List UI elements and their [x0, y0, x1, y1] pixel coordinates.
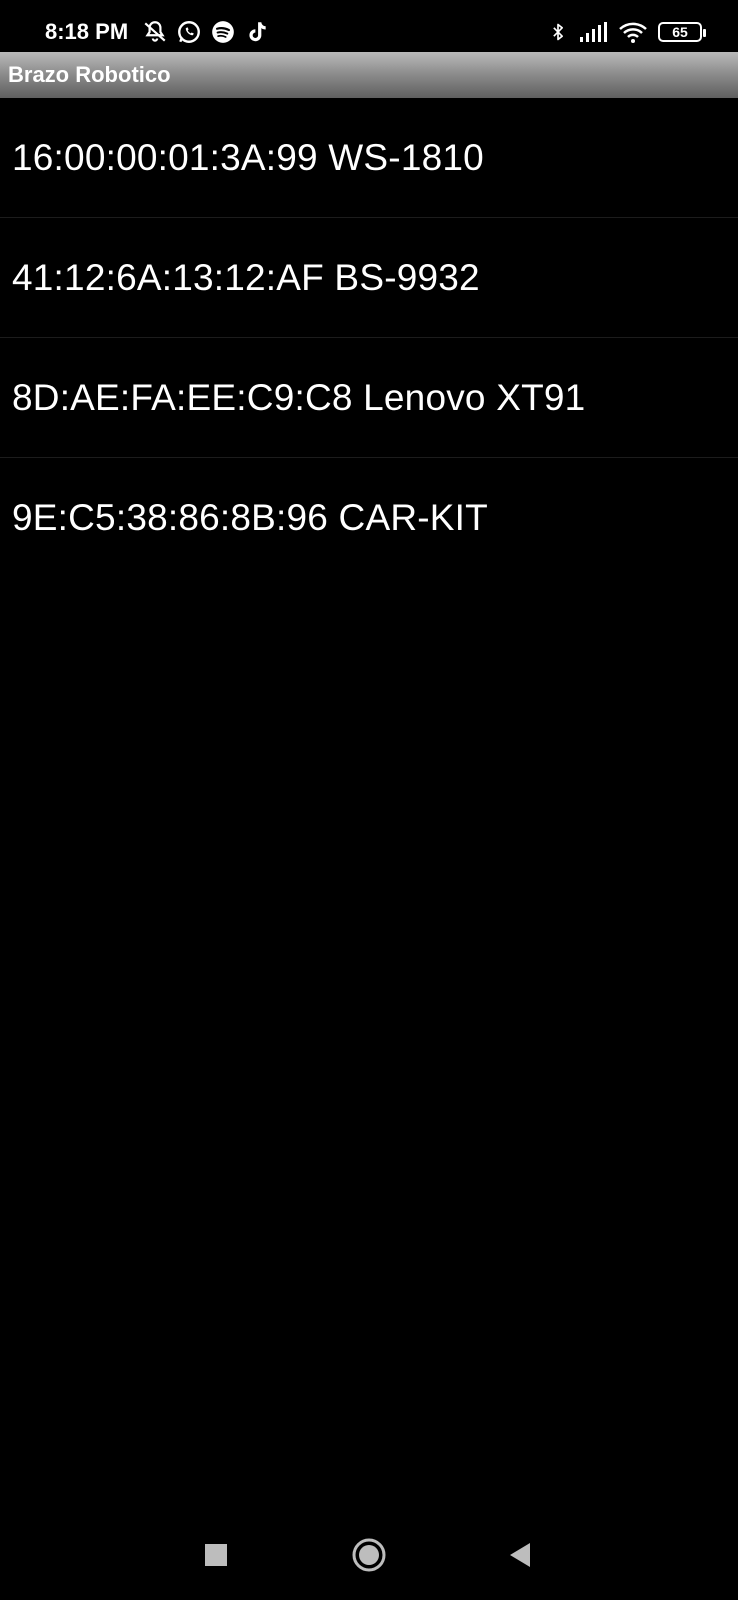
screen: 8:18 PM 65 Brazo Robotico 16:00:00:01:3A… [0, 0, 738, 1600]
notifications-muted-icon [142, 19, 168, 45]
status-time: 8:18 PM [45, 19, 129, 44]
signal-icon [578, 19, 608, 45]
status-notification-icons [142, 18, 270, 46]
spotify-icon [210, 19, 236, 45]
device-list-item[interactable]: 41:12:6A:13:12:AF BS-9932 [0, 218, 738, 338]
device-label: 41:12:6A:13:12:AF BS-9932 [12, 256, 480, 298]
battery-icon: 65 [658, 22, 706, 42]
wifi-icon [618, 19, 648, 45]
device-label: 16:00:00:01:3A:99 WS-1810 [12, 136, 484, 178]
device-list-item[interactable]: 8D:AE:FA:EE:C9:C8 Lenovo XT91 [0, 338, 738, 458]
bluetooth-icon [548, 19, 568, 45]
battery-level: 65 [672, 24, 688, 40]
status-bar: 8:18 PM 65 [0, 0, 738, 52]
recents-icon [205, 1544, 227, 1566]
device-list: 16:00:00:01:3A:99 WS-1810 41:12:6A:13:12… [0, 98, 738, 578]
recents-button[interactable] [191, 1530, 241, 1580]
home-button[interactable] [344, 1530, 394, 1580]
device-label: 8D:AE:FA:EE:C9:C8 Lenovo XT91 [12, 376, 586, 418]
whatsapp-icon [176, 19, 202, 45]
app-title-bar: Brazo Robotico [0, 52, 738, 98]
device-label: 9E:C5:38:86:8B:96 CAR-KIT [12, 497, 488, 538]
device-list-item[interactable]: 9E:C5:38:86:8B:96 CAR-KIT [0, 458, 738, 578]
navigation-bar [0, 1510, 738, 1600]
status-system-icons: 65 [548, 18, 706, 46]
back-button[interactable] [495, 1530, 545, 1580]
device-list-item[interactable]: 16:00:00:01:3A:99 WS-1810 [0, 98, 738, 218]
app-title: Brazo Robotico [8, 62, 171, 87]
home-icon [352, 1538, 386, 1572]
back-icon [510, 1543, 530, 1567]
tiktok-icon [244, 19, 270, 45]
